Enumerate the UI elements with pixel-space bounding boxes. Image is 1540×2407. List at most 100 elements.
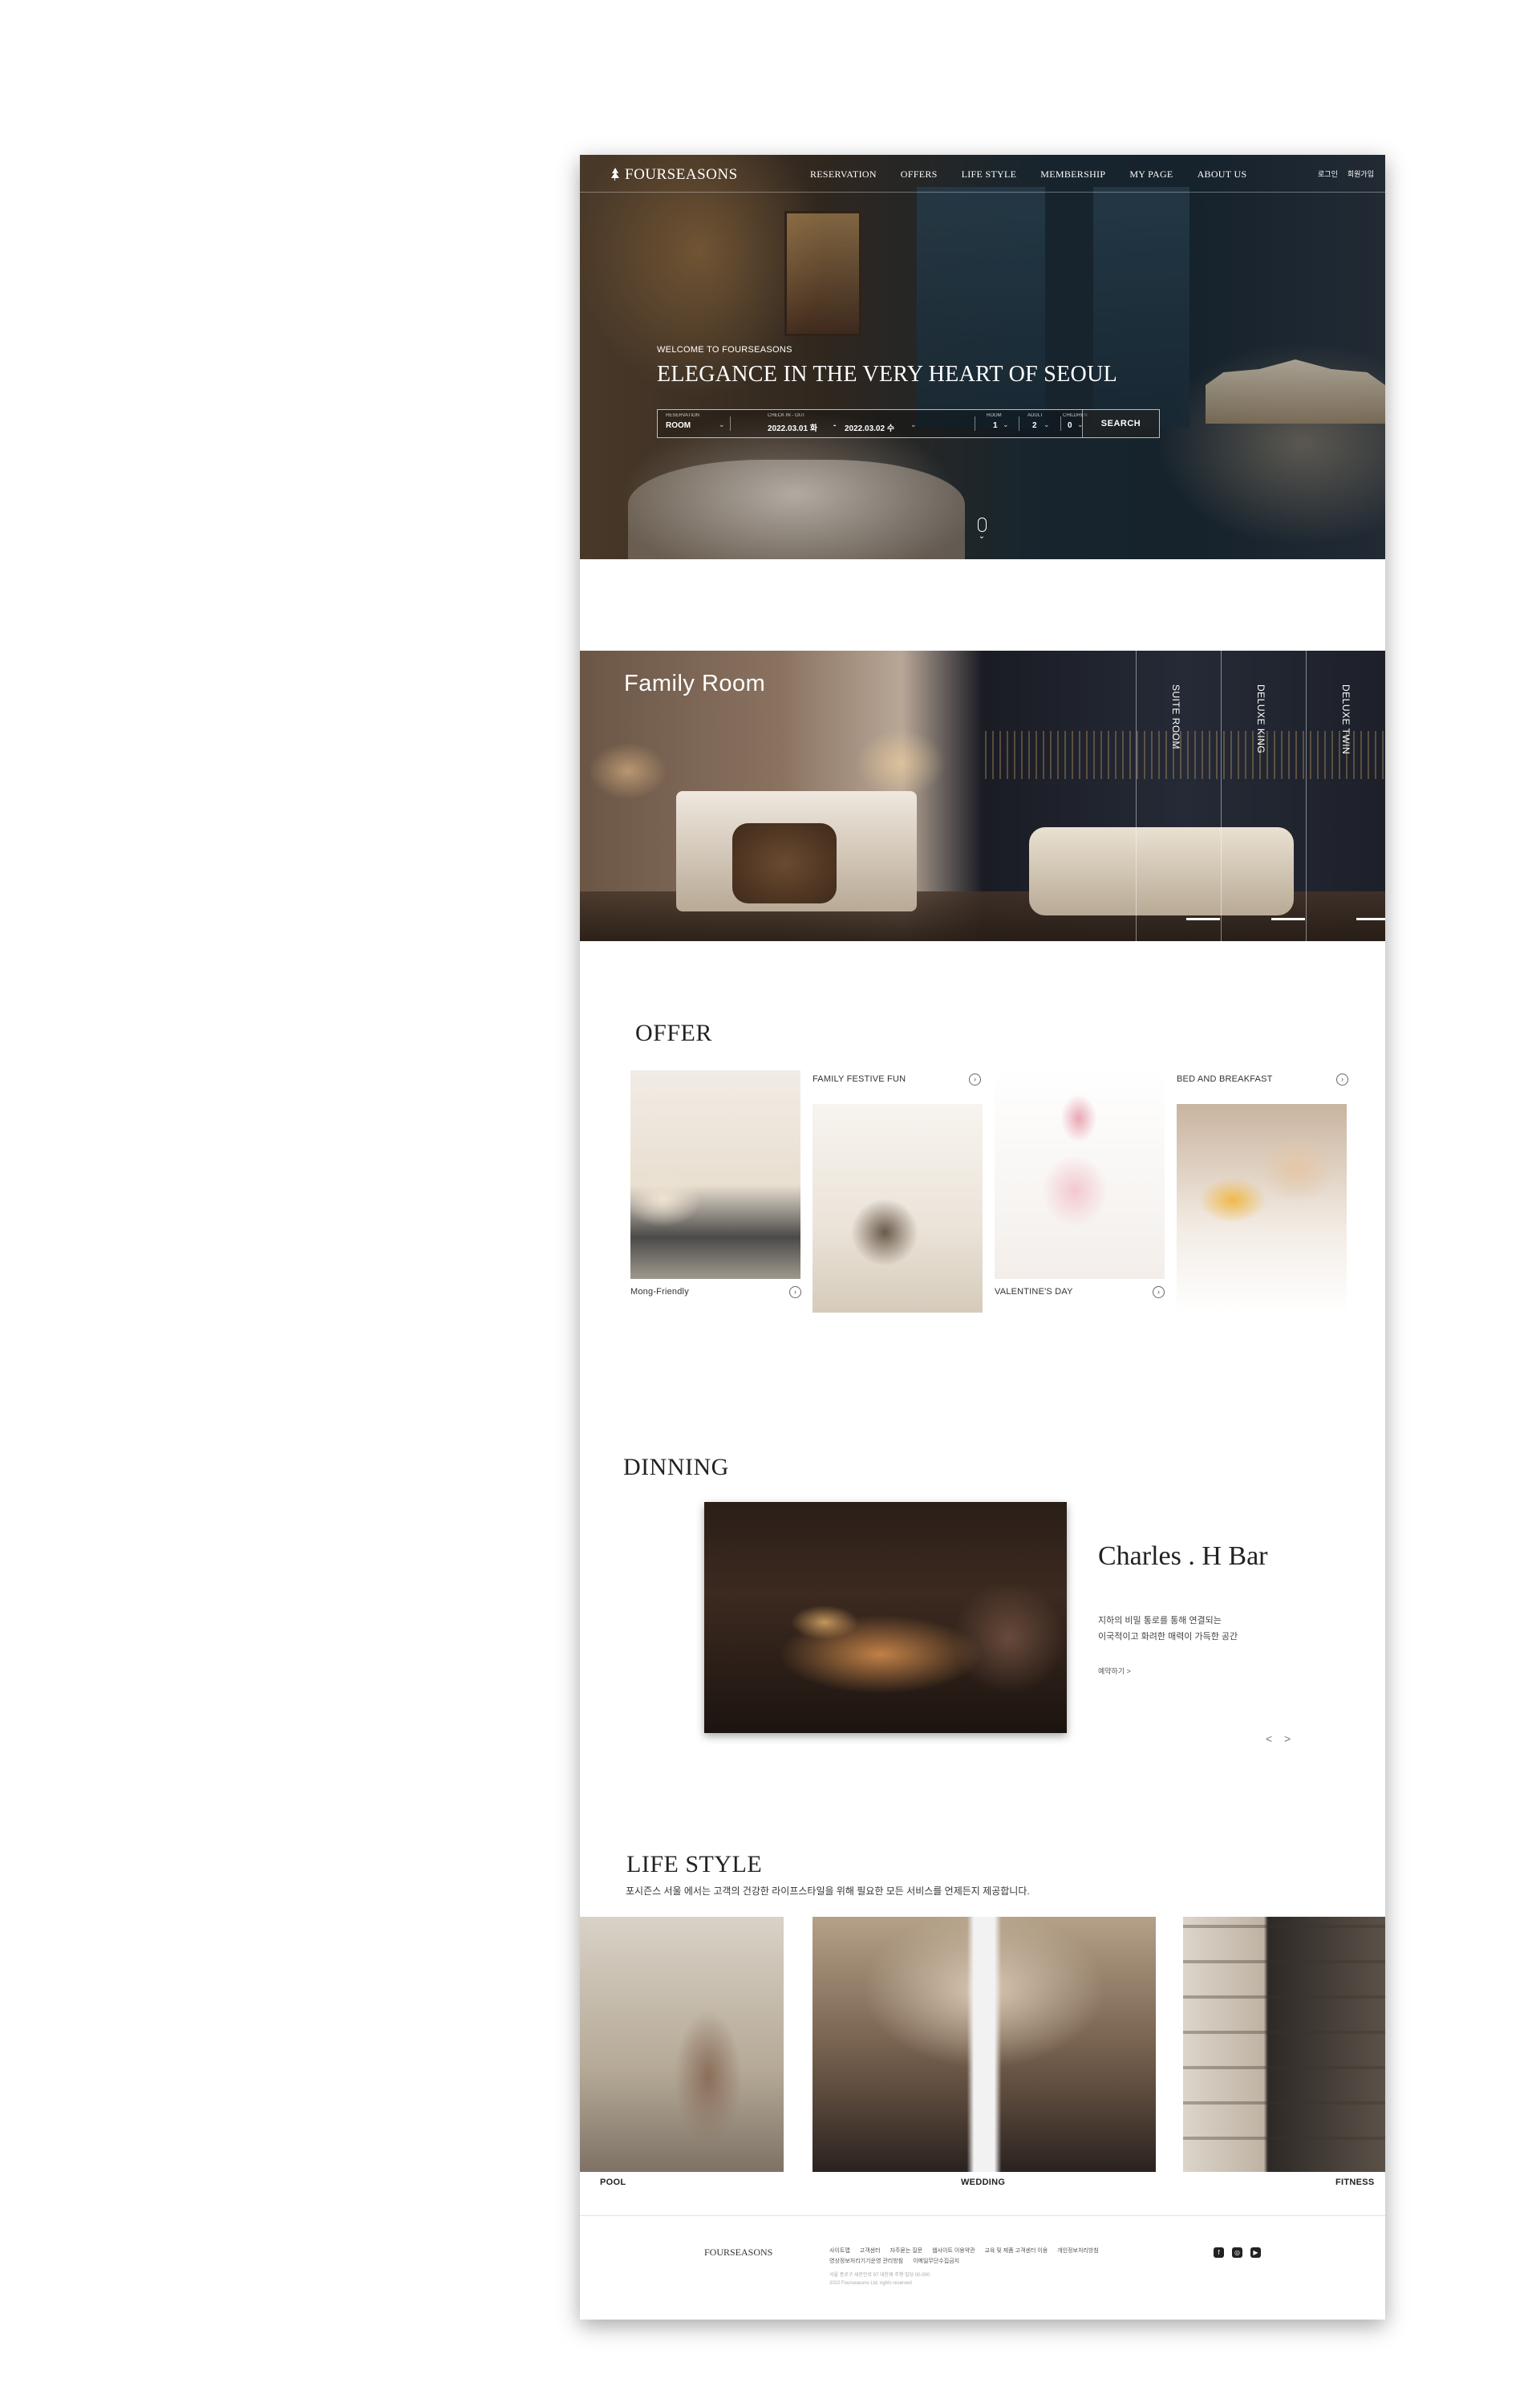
room-tab-deluxe-king[interactable]: DELUXE KING <box>1221 651 1307 941</box>
hero-title: ELEGANCE IN THE VERY HEART OF SEOUL <box>657 362 1117 387</box>
search-button[interactable]: SEARCH <box>1082 410 1159 437</box>
footer-link[interactable]: 사이트맵 <box>829 2247 850 2255</box>
room-tab-deluxe-twin[interactable]: DELUXE TWIN <box>1306 651 1385 941</box>
signup-link[interactable]: 회원가입 <box>1348 168 1374 179</box>
hero-section: FOURSEASONS RESERVATION OFFERS LIFE STYL… <box>580 155 1385 559</box>
footer-link[interactable]: 개인정보처리방침 <box>1057 2247 1099 2255</box>
offer-image-family[interactable] <box>813 1104 983 1313</box>
footer-link[interactable]: 자주묻는 질문 <box>890 2247 923 2255</box>
lifestyle-label-pool[interactable]: POOL <box>600 2178 626 2187</box>
room-type-label: RESERVATION <box>666 413 700 418</box>
date-label: CHECK IN - OUT <box>768 413 805 418</box>
top-navigation: FOURSEASONS RESERVATION OFFERS LIFE STYL… <box>580 155 1385 193</box>
footer-links: 사이트맵 고객센터 자주묻는 질문 웹사이트 이용약관 교육 및 제품 고객센터… <box>829 2247 1134 2265</box>
lifestyle-label-fitness[interactable]: FITNESS <box>1335 2178 1375 2187</box>
prev-arrow-icon[interactable]: < <box>1266 1732 1272 1745</box>
nav-membership[interactable]: MEMBERSHIP <box>1040 168 1105 181</box>
footer-address: 서울 종로구 새문안로 97 대한제 주행 빌딩 00-000 <box>829 2273 930 2278</box>
tab-indicator <box>1271 918 1305 920</box>
date-range-picker[interactable]: CHECK IN - OUT 2022.03.01 화 - 2022.03.02… <box>768 410 928 437</box>
offer-image-valentine[interactable] <box>995 1070 1165 1279</box>
footer-divider <box>580 2215 1385 2216</box>
login-link[interactable]: 로그인 <box>1318 168 1338 179</box>
footer-link[interactable]: 이메일무단수집금지 <box>913 2257 959 2265</box>
rooms-count-label: ROOM <box>987 413 1002 418</box>
room-tab-label: DELUXE KING <box>1255 684 1266 754</box>
room-tab-suite[interactable]: SUITE ROOM <box>1136 651 1222 941</box>
chevron-down-icon: ⌄ <box>978 532 986 541</box>
nav-life-style[interactable]: LIFE STYLE <box>962 168 1017 181</box>
lifestyle-image-fitness[interactable] <box>1183 1917 1385 2172</box>
children-select[interactable]: CHILDREN 0 ⌄ <box>1063 410 1088 437</box>
nav-my-page[interactable]: MY PAGE <box>1129 168 1173 181</box>
dining-description: 지하의 비밀 통로를 통해 연결되는 이국적이고 화려한 매력이 가득한 공간 <box>1098 1613 1283 1645</box>
tree-logo-icon <box>611 168 619 181</box>
youtube-icon[interactable]: ▶ <box>1250 2247 1261 2258</box>
room-tab-label: SUITE ROOM <box>1170 684 1181 750</box>
sns-links: f ◎ ▶ <box>1214 2247 1261 2258</box>
utility-nav: 로그인 회원가입 <box>1318 168 1374 179</box>
tab-indicator <box>1356 918 1385 920</box>
chevron-down-icon: ⌄ <box>910 420 917 428</box>
footer-logo[interactable]: FOURSEASONS <box>704 2247 772 2259</box>
main-nav: RESERVATION OFFERS LIFE STYLE MEMBERSHIP… <box>810 168 1246 181</box>
next-arrow-icon[interactable]: > <box>1284 1732 1291 1745</box>
lifestyle-label-wedding[interactable]: WEDDING <box>961 2178 1005 2187</box>
room-title: Family Room <box>624 671 766 696</box>
offer-label[interactable]: FAMILY FESTIVE FUN <box>813 1074 906 1084</box>
footer-copyright: 2022 Fourseasons Ltd. rights reserved <box>829 2281 912 2286</box>
hero-overlay <box>580 155 1385 559</box>
footer-meta: 서울 종로구 새문안로 97 대한제 주행 빌딩 00-000 2022 Fou… <box>829 2271 930 2287</box>
lifestyle-subtitle: 포시즌스 서울 에서는 고객의 건강한 라이프스타일을 위해 필요한 모든 서비… <box>626 1885 1030 1897</box>
page-frame: FOURSEASONS RESERVATION OFFERS LIFE STYL… <box>580 155 1385 2320</box>
offer-image-breakfast[interactable] <box>1177 1104 1347 1313</box>
dining-title: DINNING <box>623 1454 729 1480</box>
chevron-down-icon: ⌄ <box>1044 420 1050 428</box>
footer-link[interactable]: 웹사이트 이용약관 <box>932 2247 975 2255</box>
room-type-value: ROOM <box>666 421 691 430</box>
lifestyle-image-wedding[interactable] <box>813 1917 1156 2172</box>
adults-select[interactable]: ADULT 2 ⌄ <box>1023 410 1060 437</box>
arrow-right-icon[interactable]: › <box>1336 1074 1348 1086</box>
logo-text: FOURSEASONS <box>625 166 738 183</box>
dining-desc-line: 지하의 비밀 통로를 통해 연결되는 <box>1098 1616 1222 1626</box>
rooms-count-select[interactable]: ROOM 1 ⌄ <box>979 410 1015 437</box>
mouse-icon <box>977 518 987 532</box>
checkout-date: 2022.03.02 수 <box>845 424 895 433</box>
offer-image-mong[interactable] <box>630 1070 800 1279</box>
footer-link[interactable]: 교육 및 제품 고객센터 이용 <box>985 2247 1048 2255</box>
reserve-link[interactable]: 예약하기 > <box>1098 1666 1131 1676</box>
adults-value: 2 <box>1032 421 1037 430</box>
offer-label[interactable]: Mong-Friendly <box>630 1287 689 1297</box>
room-type-select[interactable]: RESERVATION ROOM ⌄ <box>666 410 730 437</box>
dining-image[interactable] <box>704 1502 1067 1733</box>
blanket-image <box>732 823 837 903</box>
dining-desc-line: 이국적이고 화려한 매력이 가득한 공간 <box>1098 1632 1238 1642</box>
scroll-indicator[interactable]: ⌄ <box>976 518 987 546</box>
adults-label: ADULT <box>1027 413 1044 418</box>
booking-bar: RESERVATION ROOM ⌄ CHECK IN - OUT 2022.0… <box>657 409 1160 438</box>
divider <box>1060 416 1061 431</box>
chevron-down-icon: ⌄ <box>719 420 725 428</box>
nav-reservation[interactable]: RESERVATION <box>810 168 877 181</box>
rooms-count-value: 1 <box>993 421 998 430</box>
checkin-date: 2022.03.01 화 <box>768 424 818 433</box>
lifestyle-image-pool[interactable] <box>580 1917 784 2172</box>
chevron-down-icon: ⌄ <box>1003 420 1009 428</box>
footer-link[interactable]: 영상정보처리기기운영 관리방침 <box>829 2257 903 2265</box>
arrow-right-icon[interactable]: › <box>789 1286 801 1298</box>
arrow-right-icon[interactable]: › <box>1153 1286 1165 1298</box>
facebook-icon[interactable]: f <box>1214 2247 1224 2258</box>
offer-title: OFFER <box>635 1020 712 1046</box>
children-value: 0 <box>1068 421 1072 430</box>
instagram-icon[interactable]: ◎ <box>1232 2247 1242 2258</box>
offer-label[interactable]: BED AND BREAKFAST <box>1177 1074 1273 1084</box>
logo[interactable]: FOURSEASONS <box>610 166 738 184</box>
rooms-section: Family Room SUITE ROOM DELUXE KING DELUX… <box>580 651 1385 941</box>
nav-offers[interactable]: OFFERS <box>901 168 938 181</box>
offer-label[interactable]: VALENTINE'S DAY <box>995 1287 1073 1297</box>
arrow-right-icon[interactable]: › <box>969 1074 981 1086</box>
nav-about-us[interactable]: ABOUT US <box>1198 168 1247 181</box>
footer-link[interactable]: 고객센터 <box>860 2247 881 2255</box>
lifestyle-title: LIFE STYLE <box>626 1851 763 1877</box>
